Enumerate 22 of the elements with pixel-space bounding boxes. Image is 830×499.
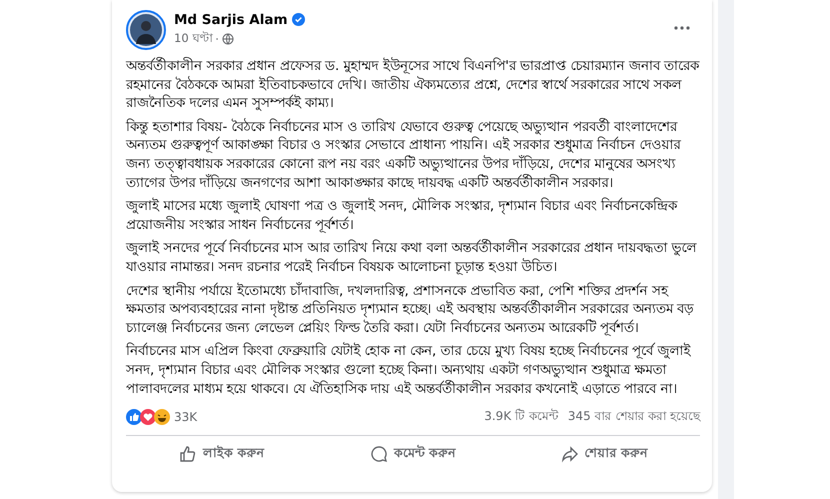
author-name[interactable]: Md Sarjis Alam — [174, 12, 288, 28]
post-paragraph: নির্বাচনের মাস এপ্রিল কিংবা ফেব্রুয়ারি যেটাই হোক না কেন, তার চেয়ে মুখ্য বিষয় হচ্ছে নির্বাচনের পূর্বে জুলাই সনদ, দৃশ্যমান বিচার এবং মৌলিক সংস্কার গুলো হচ্ছে কিনা। অন্যথায় একটা গণঅভ্যুত্থান শুধুমাত্র ক্ষমতা পালাবদলের মাধ্যম হয়ে থাকবে। যে ঐতিহাসিক দায় এই অন্তর্বর্তীকালীন সরকার কখনোই এড়াতে পারবে না। — [126, 343, 692, 398]
comment-action-button[interactable]: কমেন্ট করুন — [317, 439, 509, 470]
share-action-button[interactable]: শেয়ার করুন — [508, 439, 700, 470]
share-count[interactable]: 345 বার শেয়ার করা হয়েছে — [568, 407, 700, 428]
post-paragraph: অন্তর্বর্তীকালীন সরকার প্রধান প্রফেসর ড. মুহাম্মদ ইউনূসের সাথে বিএনপি'র ভারপ্রাপ্ত চেয়ারম্যান জনাব তারেক রহমানের বৈঠককে আমরা ইতিবাচকভাবে দেখি। জাতীয় ঐক্যমত্যের প্রশ্নে, দেশের স্বার্থে সরকারের সাথে সকল রাজনৈতিক দলের এমন সুসম্পর্কই কাম্য। — [126, 58, 700, 114]
laughing-face-icon — [154, 409, 170, 426]
post-paragraph: কিন্তু হতাশার বিষয়- বৈঠকে নির্বাচনের মাস ও তারিখ যেভাবে গুরুত্ব পেয়েছে অভ্যুত্থান পরবর্তী বাংলাদেশের অন্যতম গুরুত্বপূর্ণ আকাঙ্ক্ষা বিচার ও সংস্কার সেভাবে প্রাধান্য পায়নি। এই সরকার শুধুমাত্র নির্বাচন দেওয়ার জন্য তত্ত্বাবধায়ক সরকারের কোনো রূপ নয় বরং একটি অভ্যুত্থানের উপর দাঁড়িয়ে, দেশের মানুষের অসংখ্য ত্যাগের উপর দাঁড়িয়ে জনগণের আশা আকাঙ্ক্ষার কাছে দায়বদ্ধ একটি অন্তর্বর্তীকালীন সরকার। — [126, 118, 682, 193]
thumbs-up-icon — [178, 445, 197, 464]
speech-bubble-icon — [370, 445, 388, 464]
reaction-count[interactable]: 33K — [174, 410, 198, 424]
post-paragraph: জুলাই মাসের মধ্যে জুলাই ঘোষণা পত্র ও জুলাই সনদ, মৌলিক সংস্কার, দৃশ্যমান বিচার এবং নির্বাচনকেন্দ্রিক প্রয়োজনীয় সংস্কার সাধন নির্বাচনের পূর্বশর্ত। — [126, 198, 679, 235]
like-action-button[interactable]: লাইক করুন — [126, 439, 318, 470]
post-paragraph: দেশের স্থানীয় পর্যায়ে ইতোমধ্যে চাঁদাবাজি, দখলদারিত্ব, প্রশাসনকে প্রভাবিত করা, পেশি শক্তির প্রদর্শন সহ ক্ষমতার অপব্যবহারের নানা দৃষ্টান্ত প্রতিনিয়ত দৃশ্যমান হচ্ছে। এই অবস্থায় অন্তর্বর্তীকালীন সরকারের অন্যতম বড় চ্যালেঞ্জ নির্বাচনের জন্য লেভেল প্লেয়িং ফিল্ড তৈরি করা। যেটা নির্বাচনের অন্যতম আরেকটি পূর্বশর্ত। — [126, 282, 695, 338]
comment-count[interactable]: 3.9K টি কমেন্ট — [484, 407, 558, 428]
post-time[interactable]: 10 ঘণ্টা — [174, 30, 212, 48]
thumbs-up-icon — [126, 409, 142, 426]
more-options-icon[interactable] — [674, 26, 690, 30]
share-arrow-icon — [560, 445, 579, 464]
post-paragraph: জুলাই সনদের পূর্বে নির্বাচনের মাস আর তারিখ নিয়ে কথা বলা অন্তর্বর্তীকালীন সরকারের প্রধান দায়বদ্ধতা ভুলে যাওয়ার নামান্তর। সনদ রচনার পরেই নির্বাচন বিষয়ক আলোচনা চূড়ান্ত হওয়া উচিত। — [126, 240, 698, 277]
separator-dot: · — [215, 32, 219, 46]
avatar[interactable] — [126, 10, 166, 50]
